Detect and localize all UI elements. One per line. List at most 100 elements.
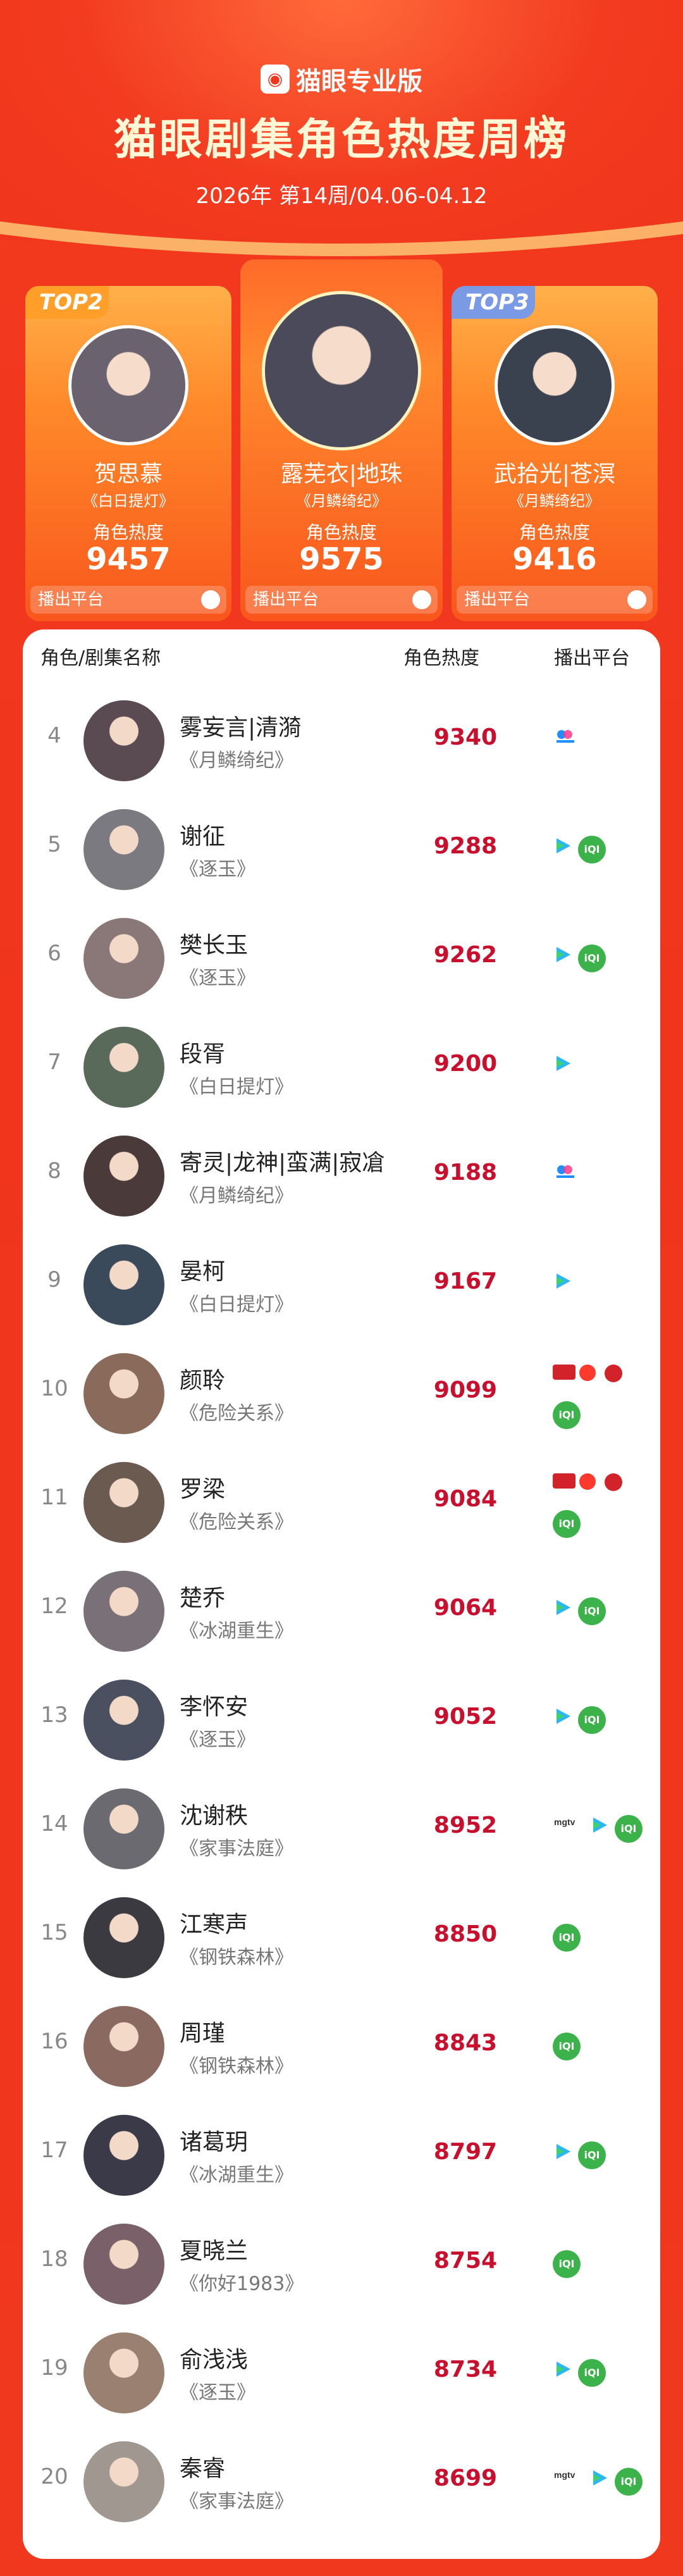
role-name: 俞浅浅 — [180, 2347, 249, 2373]
platform-label: 播出平台 — [253, 590, 319, 609]
show-name: 《你好1983》 — [180, 2273, 304, 2295]
table-row[interactable]: 20 秦睿 《家事法庭》 8699 mgtv iQI — [23, 2427, 660, 2536]
title-deco-right-icon — [542, 115, 561, 151]
heat-value: 9340 — [433, 724, 498, 750]
heat-label: 角色热度 — [92, 522, 164, 543]
top2-show: 《白日提灯》 — [83, 492, 174, 510]
tencent-icon — [201, 590, 220, 609]
rank: 15 — [40, 1920, 68, 1945]
heat-value: 9288 — [433, 833, 498, 859]
table-row[interactable]: 15 江寒声 《钢铁森林》 8850 iQI — [23, 1883, 660, 1992]
col-platform: 播出平台 — [554, 647, 630, 669]
table-row[interactable]: 19 俞浅浅 《逐玉》 8734 iQI — [23, 2319, 660, 2427]
heat-value: 9200 — [433, 1051, 498, 1077]
table-row[interactable]: 17 诸葛玥 《冰湖重生》 8797 iQI — [23, 2101, 660, 2210]
top2-card[interactable]: TOP2 贺思慕 《白日提灯》 角色热度 9457 播出平台 — [25, 286, 231, 621]
avatar — [83, 1680, 164, 1761]
heat-value: 8734 — [433, 2356, 498, 2382]
table-row[interactable]: 12 楚乔 《冰湖重生》 9064 iQI — [23, 1557, 660, 1666]
show-name: 《逐玉》 — [180, 967, 255, 989]
table-row[interactable]: 7 段胥 《白日提灯》 9200 — [23, 1013, 660, 1122]
heat-value: 9099 — [433, 1377, 498, 1403]
rank: 13 — [40, 1702, 68, 1728]
table-row[interactable]: 6 樊长玉 《逐玉》 9262 iQI — [23, 904, 660, 1013]
platform-icons: iQI — [553, 1909, 654, 1972]
platform-icons: iQI — [553, 1473, 654, 1538]
rank: 8 — [47, 1158, 61, 1184]
role-name: 寄灵|龙神|蛮满|寂凔 — [180, 1150, 385, 1176]
jiangsu-tv-icon — [605, 1473, 622, 1491]
header: ◉ 猫眼专业版 猫眼剧集角色热度周榜 2026年 第14周/04.06-04.12 — [0, 0, 683, 256]
table-row[interactable]: 5 谢征 《逐玉》 9288 iQI — [23, 795, 660, 904]
top1-show: 《月鳞绮纪》 — [296, 492, 387, 510]
heat-value: 9167 — [433, 1268, 498, 1294]
avatar — [83, 700, 164, 781]
table-row[interactable]: 16 周瑾 《钢铁森林》 8843 iQI — [23, 1992, 660, 2101]
platform-icons: mgtv iQI — [553, 2453, 654, 2516]
youku-icon — [553, 1162, 578, 1180]
rank: 14 — [40, 1811, 68, 1836]
heat-value: 8797 — [433, 2139, 498, 2165]
platform-icons — [553, 1147, 654, 1210]
top1-card[interactable]: 露芜衣|地珠 《月鳞绮纪》 角色热度 9575 播出平台 — [240, 259, 443, 621]
show-name: 《家事法庭》 — [180, 2491, 293, 2513]
show-name: 《钢铁森林》 — [180, 2055, 293, 2078]
avatar — [262, 291, 421, 450]
table-row[interactable]: 9 晏柯 《白日提灯》 9167 — [23, 1230, 660, 1339]
iqiyi-icon: iQI — [578, 2141, 606, 2169]
iqiyi-icon: iQI — [615, 2468, 643, 2496]
role-name: 谢征 — [180, 824, 226, 850]
heat-label: 角色热度 — [305, 522, 377, 543]
role-name: 晏柯 — [180, 1259, 226, 1285]
table-row[interactable]: 10 颜聆 《危险关系》 9099 iQI — [23, 1339, 660, 1448]
platform-icons: mgtv iQI — [553, 1800, 654, 1863]
table-row[interactable]: 11 罗梁 《危险关系》 9084 iQI — [23, 1448, 660, 1557]
show-name: 《冰湖重生》 — [180, 1620, 293, 1642]
tencent-video-icon — [589, 2468, 610, 2488]
show-name: 《逐玉》 — [180, 2382, 255, 2404]
jiangsu-tv-icon — [605, 1365, 622, 1382]
table-row[interactable]: 8 寄灵|龙神|蛮满|寂凔 《月鳞绮纪》 9188 — [23, 1122, 660, 1230]
youku-icon — [412, 590, 431, 609]
maoyan-logo-icon: ◉ — [261, 65, 290, 94]
svg-text:mgtv: mgtv — [554, 1817, 575, 1827]
iqiyi-icon: iQI — [553, 1510, 581, 1538]
avatar — [83, 2115, 164, 2196]
avatar — [83, 2441, 164, 2522]
col-role: 角色/剧集名称 — [40, 647, 161, 669]
show-name: 《钢铁森林》 — [180, 1947, 293, 1969]
table-row[interactable]: 18 夏晓兰 《你好1983》 8754 iQI — [23, 2210, 660, 2319]
table-row[interactable]: 14 沈谢秩 《家事法庭》 8952 mgtv iQI — [23, 1774, 660, 1883]
heat-value: 9052 — [433, 1704, 498, 1730]
platform-bar: 播出平台 — [457, 586, 653, 614]
show-name: 《家事法庭》 — [180, 1838, 293, 1860]
avatar — [83, 2006, 164, 2087]
iqiyi-icon: iQI — [553, 1924, 581, 1952]
role-name: 颜聆 — [180, 1368, 226, 1394]
avatar — [83, 1788, 164, 1869]
rank: 12 — [40, 1594, 68, 1619]
top3-show: 《月鳞绮纪》 — [509, 492, 600, 510]
avatar — [83, 2224, 164, 2305]
rank: 11 — [40, 1485, 68, 1510]
table-row[interactable]: 4 雾妄言|清漪 《月鳞绮纪》 9340 — [23, 686, 660, 795]
top3-card[interactable]: TOP3 武拾光|苍溟 《月鳞绮纪》 角色热度 9416 播出平台 — [452, 286, 658, 621]
tencent-video-icon — [553, 1706, 573, 1726]
platform-icons: iQI — [553, 2235, 654, 2298]
avatar — [83, 2332, 164, 2413]
platform-icons — [553, 1256, 654, 1319]
header-wave — [0, 221, 683, 256]
heat-value: 8754 — [433, 2248, 498, 2274]
heat-value: 8952 — [433, 1812, 498, 1838]
iqiyi-icon: iQI — [578, 2359, 606, 2387]
role-name: 江寒声 — [180, 1912, 249, 1938]
rank: 6 — [47, 941, 61, 966]
iqiyi-icon: iQI — [578, 836, 606, 864]
dragon-tv-icon — [579, 1365, 596, 1381]
rank: 10 — [40, 1376, 68, 1401]
table-row[interactable]: 13 李怀安 《逐玉》 9052 iQI — [23, 1666, 660, 1774]
role-name: 罗梁 — [180, 1477, 226, 1502]
show-name: 《月鳞绮纪》 — [180, 1185, 293, 1207]
role-name: 诸葛玥 — [180, 2129, 249, 2155]
top3-heat: 9416 — [512, 542, 597, 577]
